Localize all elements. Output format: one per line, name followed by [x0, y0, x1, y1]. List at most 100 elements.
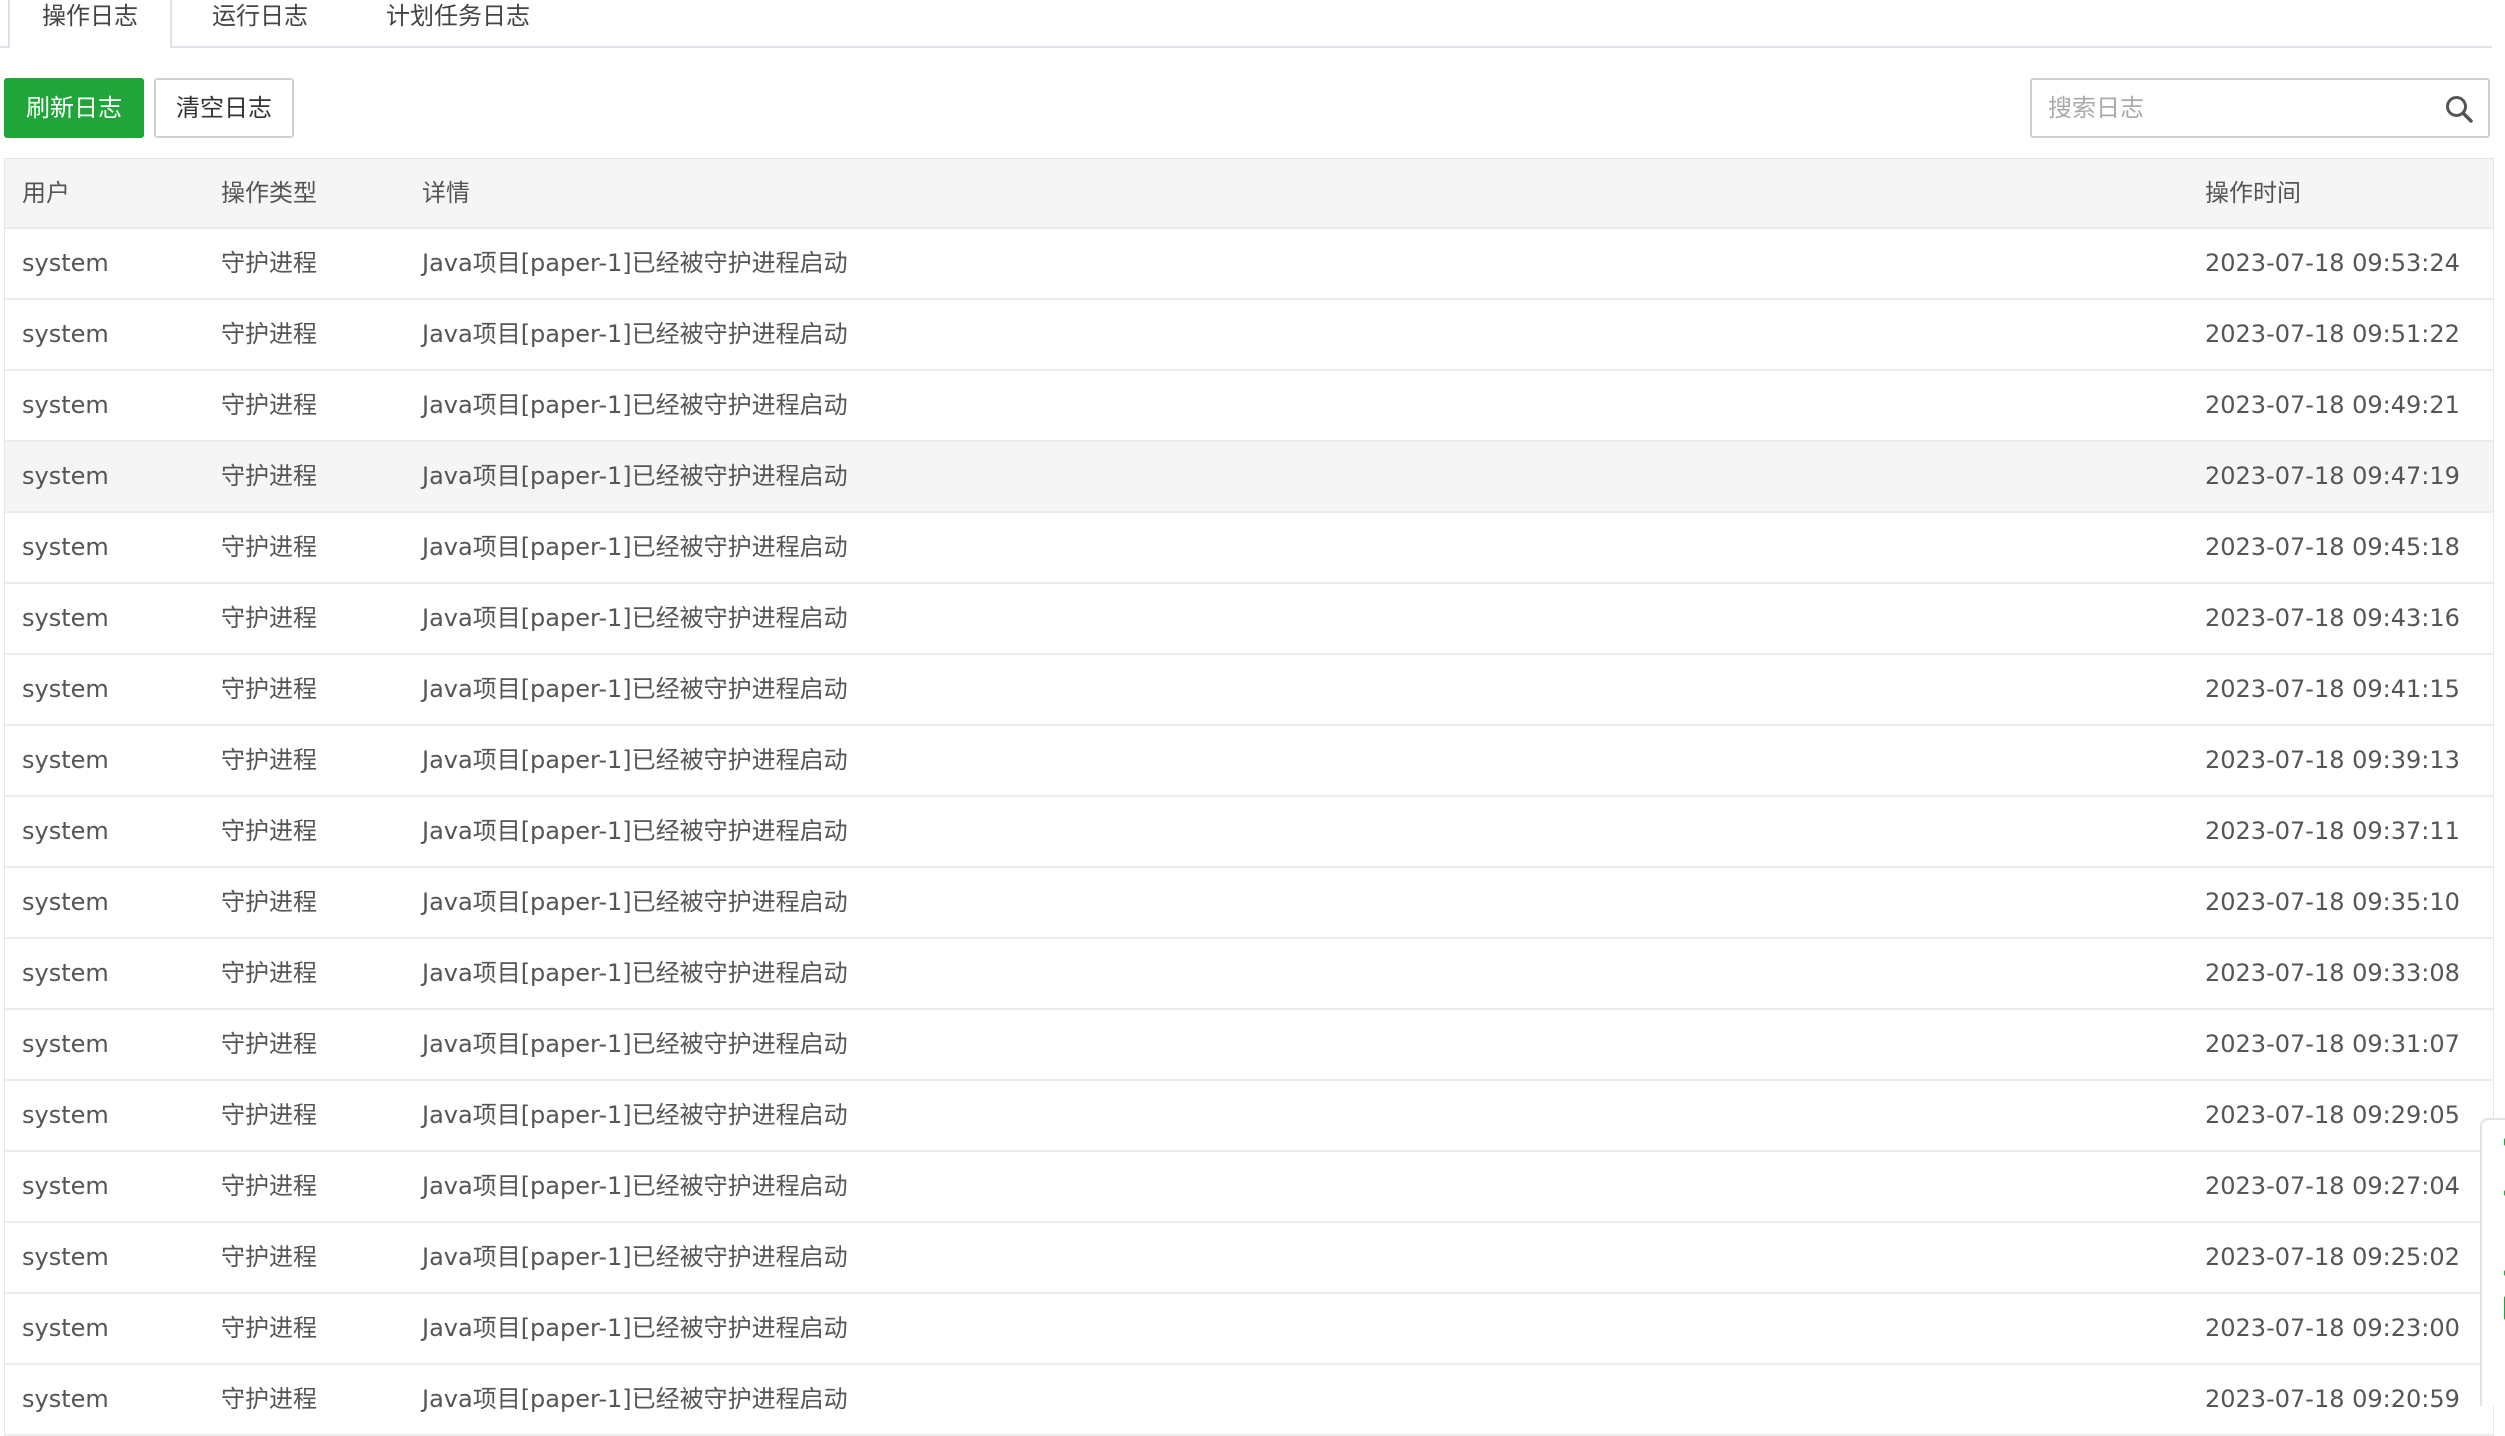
cell-user: system	[22, 533, 109, 561]
table-row: system 守护进程 Java项目[paper-1]已经被守护进程启动 2023-0…	[5, 584, 2493, 655]
tab-operation-log[interactable]: 操作日志	[8, 0, 172, 48]
cell-time: 2023-07-18 09:39:13	[2205, 746, 2460, 774]
cell-time: 2023-07-18 09:35:10	[2205, 888, 2460, 916]
cell-type: 守护进程	[221, 533, 317, 561]
cell-user: system	[22, 320, 109, 348]
cell-type: 守护进程	[221, 888, 317, 916]
cell-detail: Java项目[paper-1]已经被守护进程启动	[422, 604, 848, 632]
cell-detail: Java项目[paper-1]已经被守护进程启动	[422, 1030, 848, 1058]
table-row: system 守护进程 Java项目[paper-1]已经被守护进程启动 2023-0…	[5, 300, 2493, 371]
table-row: system 守护进程 Java项目[paper-1]已经被守护进程启动 2023-0…	[5, 1294, 2493, 1365]
cell-type: 守护进程	[221, 675, 317, 703]
cell-type: 守护进程	[221, 746, 317, 774]
table-row: system 守护进程 Java项目[paper-1]已经被守护进程启动 2023-0…	[5, 939, 2493, 1010]
cell-time: 2023-07-18 09:43:16	[2205, 604, 2460, 632]
cell-user: system	[22, 1243, 109, 1271]
cell-time: 2023-07-18 09:31:07	[2205, 1030, 2460, 1058]
cell-user: system	[22, 817, 109, 845]
cell-time: 2023-07-18 09:23:00	[2205, 1314, 2460, 1342]
cell-type: 守护进程	[221, 391, 317, 419]
cell-detail: Java项目[paper-1]已经被守护进程启动	[422, 249, 848, 277]
cell-type: 守护进程	[221, 959, 317, 987]
table-row: system 守护进程 Java项目[paper-1]已经被守护进程启动 2023-0…	[5, 655, 2493, 726]
cell-user: system	[22, 1101, 109, 1129]
search-icon[interactable]	[2444, 94, 2474, 124]
cell-type: 守护进程	[221, 320, 317, 348]
search-input[interactable]	[2032, 80, 2432, 136]
cell-type: 守护进程	[221, 1385, 317, 1413]
cell-type: 守护进程	[221, 1172, 317, 1200]
column-header-time: 操作时间	[2205, 179, 2301, 207]
cell-user: system	[22, 604, 109, 632]
cell-type: 守护进程	[221, 1314, 317, 1342]
cell-detail: Java项目[paper-1]已经被守护进程启动	[422, 959, 848, 987]
cell-detail: Java项目[paper-1]已经被守护进程启动	[422, 817, 848, 845]
table-row: system 守护进程 Java项目[paper-1]已经被守护进程启动 2023-0…	[5, 1223, 2493, 1294]
cell-time: 2023-07-18 09:33:08	[2205, 959, 2460, 987]
log-tabs: 操作日志 运行日志 计划任务日志	[0, 0, 2492, 48]
table-row: system 守护进程 Java项目[paper-1]已经被守护进程启动 2023-0…	[5, 1081, 2493, 1152]
cell-detail: Java项目[paper-1]已经被守护进程启动	[422, 462, 848, 490]
cell-user: system	[22, 1030, 109, 1058]
floating-side-widget[interactable]	[2480, 1118, 2505, 1406]
cell-detail: Java项目[paper-1]已经被守护进程启动	[422, 746, 848, 774]
table-row: system 守护进程 Java项目[paper-1]已经被守护进程启动 2023-0…	[5, 797, 2493, 868]
cell-type: 守护进程	[221, 1030, 317, 1058]
cell-time: 2023-07-18 09:41:15	[2205, 675, 2460, 703]
column-header-detail: 详情	[422, 179, 470, 207]
cell-type: 守护进程	[221, 1101, 317, 1129]
cell-time: 2023-07-18 09:53:24	[2205, 249, 2460, 277]
table-row: system 守护进程 Java项目[paper-1]已经被守护进程启动 2023-0…	[5, 726, 2493, 797]
cell-type: 守护进程	[221, 249, 317, 277]
cell-type: 守护进程	[221, 817, 317, 845]
refresh-log-button[interactable]: 刷新日志	[4, 78, 144, 138]
table-row: system 守护进程 Java项目[paper-1]已经被守护进程启动 2023-0…	[5, 1152, 2493, 1223]
cell-user: system	[22, 959, 109, 987]
tab-run-log[interactable]: 运行日志	[190, 0, 330, 46]
column-header-user: 用户	[22, 179, 70, 207]
table-row: system 守护进程 Java项目[paper-1]已经被守护进程启动 2023-0…	[5, 442, 2493, 513]
cell-detail: Java项目[paper-1]已经被守护进程启动	[422, 1243, 848, 1271]
cell-type: 守护进程	[221, 462, 317, 490]
table-row: system 守护进程 Java项目[paper-1]已经被守护进程启动 2023-0…	[5, 1365, 2493, 1436]
table-row: system 守护进程 Java项目[paper-1]已经被守护进程启动 2023-0…	[5, 868, 2493, 939]
cell-detail: Java项目[paper-1]已经被守护进程启动	[422, 675, 848, 703]
tab-cron-log[interactable]: 计划任务日志	[368, 0, 548, 46]
cell-user: system	[22, 675, 109, 703]
cell-time: 2023-07-18 09:29:05	[2205, 1101, 2460, 1129]
column-header-type: 操作类型	[221, 179, 317, 207]
cell-detail: Java项目[paper-1]已经被守护进程启动	[422, 1172, 848, 1200]
cell-detail: Java项目[paper-1]已经被守护进程启动	[422, 1385, 848, 1413]
cell-user: system	[22, 1172, 109, 1200]
clear-log-button[interactable]: 清空日志	[154, 78, 294, 138]
cell-detail: Java项目[paper-1]已经被守护进程启动	[422, 533, 848, 561]
log-table: 用户 操作类型 详情 操作时间 system 守护进程 Java项目[paper-1…	[4, 158, 2494, 1436]
cell-detail: Java项目[paper-1]已经被守护进程启动	[422, 320, 848, 348]
cell-time: 2023-07-18 09:20:59	[2205, 1385, 2460, 1413]
cell-time: 2023-07-18 09:45:18	[2205, 533, 2460, 561]
search-box	[2030, 78, 2490, 138]
cell-user: system	[22, 249, 109, 277]
cell-type: 守护进程	[221, 1243, 317, 1271]
table-row: system 守护进程 Java项目[paper-1]已经被守护进程启动 2023-0…	[5, 371, 2493, 442]
table-header: 用户 操作类型 详情 操作时间	[5, 158, 2493, 229]
cell-time: 2023-07-18 09:25:02	[2205, 1243, 2460, 1271]
table-row: system 守护进程 Java项目[paper-1]已经被守护进程启动 2023-0…	[5, 1010, 2493, 1081]
cell-user: system	[22, 888, 109, 916]
cell-detail: Java项目[paper-1]已经被守护进程启动	[422, 1101, 848, 1129]
cell-user: system	[22, 462, 109, 490]
cell-user: system	[22, 1385, 109, 1413]
cell-detail: Java项目[paper-1]已经被守护进程启动	[422, 1314, 848, 1342]
cell-time: 2023-07-18 09:47:19	[2205, 462, 2460, 490]
cell-time: 2023-07-18 09:51:22	[2205, 320, 2460, 348]
table-row: system 守护进程 Java项目[paper-1]已经被守护进程启动 2023-0…	[5, 513, 2493, 584]
table-body: system 守护进程 Java项目[paper-1]已经被守护进程启动 2023-0…	[5, 229, 2493, 1436]
cell-user: system	[22, 1314, 109, 1342]
cell-detail: Java项目[paper-1]已经被守护进程启动	[422, 391, 848, 419]
cell-time: 2023-07-18 09:27:04	[2205, 1172, 2460, 1200]
table-row: system 守护进程 Java项目[paper-1]已经被守护进程启动 2023-0…	[5, 229, 2493, 300]
cell-detail: Java项目[paper-1]已经被守护进程启动	[422, 888, 848, 916]
cell-user: system	[22, 391, 109, 419]
cell-user: system	[22, 746, 109, 774]
cell-time: 2023-07-18 09:37:11	[2205, 817, 2460, 845]
